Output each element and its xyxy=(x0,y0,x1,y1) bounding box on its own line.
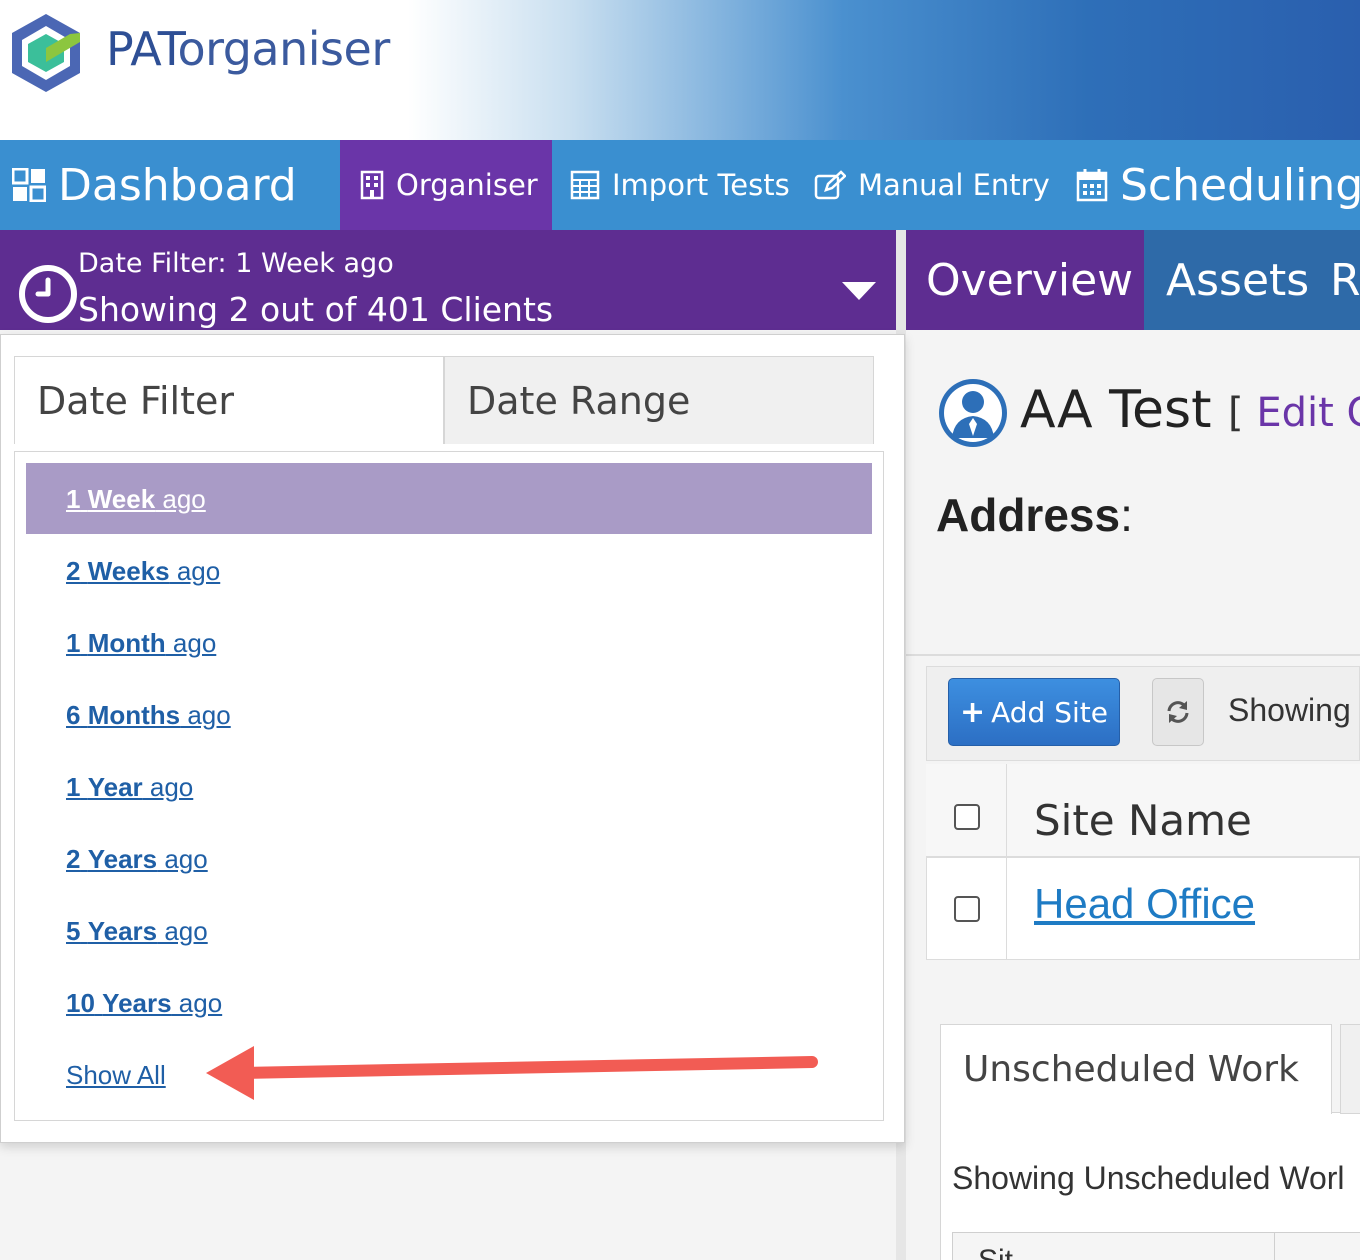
select-all-checkbox[interactable] xyxy=(954,804,980,830)
date-filter-status: Date Filter: 1 Week ago xyxy=(78,248,394,279)
building-icon xyxy=(360,170,384,200)
calendar-icon xyxy=(1076,168,1108,202)
edit-icon xyxy=(814,170,846,200)
work-column-site: Sit xyxy=(978,1244,1013,1260)
work-table-header xyxy=(952,1232,1360,1260)
plus-icon: + xyxy=(959,694,986,730)
nav-manual-entry[interactable]: Manual Entry xyxy=(814,140,1050,230)
annotation-arrow-icon xyxy=(206,1046,818,1100)
option-2-years[interactable]: 2 Years ago xyxy=(66,844,208,875)
nav-organiser[interactable]: Organiser xyxy=(340,140,552,230)
sites-showing-text: Showing xyxy=(1228,692,1351,728)
table-column-divider xyxy=(1006,764,1007,960)
tab-date-range[interactable]: Date Range xyxy=(444,356,874,444)
edit-client-link[interactable]: [ Edit C xyxy=(1228,390,1360,436)
option-1-month[interactable]: 1 Month ago xyxy=(66,628,216,659)
tab-more[interactable]: Ri xyxy=(1330,230,1360,330)
nav-import-tests[interactable]: Import Tests xyxy=(570,140,790,230)
tab-assets[interactable]: Assets xyxy=(1166,230,1309,330)
refresh-button[interactable] xyxy=(1152,678,1204,746)
calculator-icon xyxy=(570,170,600,200)
tab-date-filter[interactable]: Date Filter xyxy=(14,356,444,444)
client-sub-nav: Overview Assets Ri xyxy=(906,230,1360,330)
brand-name: PATorganiser xyxy=(106,22,390,76)
patorganiser-logo[interactable] xyxy=(8,12,84,94)
refresh-icon xyxy=(1167,701,1189,723)
unscheduled-showing-text: Showing Unscheduled Worl xyxy=(952,1160,1345,1196)
option-show-all[interactable]: Show All xyxy=(66,1060,166,1091)
app-header: PATorganiser xyxy=(0,0,1360,140)
option-1-year[interactable]: 1 Year ago xyxy=(66,772,193,803)
nav-scheduling[interactable]: Scheduling xyxy=(1076,140,1360,230)
caret-down-icon[interactable] xyxy=(842,282,876,302)
tab-overview[interactable]: Overview xyxy=(906,230,1144,330)
nav-dashboard[interactable]: Dashboard xyxy=(12,140,297,230)
work-table-divider xyxy=(1274,1232,1275,1260)
clients-count-status: Showing 2 out of 401 Clients xyxy=(78,290,554,329)
tab-unscheduled-work[interactable]: Unscheduled Work xyxy=(940,1024,1332,1114)
option-2-weeks[interactable]: 2 Weeks ago xyxy=(66,556,220,587)
client-name: AA Test xyxy=(1020,380,1212,440)
date-filter-bar[interactable]: Date Filter: 1 Week ago Showing 2 out of… xyxy=(0,230,896,330)
option-1-week[interactable]: 1 Week ago xyxy=(66,484,206,515)
option-6-months[interactable]: 6 Months ago xyxy=(66,700,231,731)
column-header-site-name[interactable]: Site Name xyxy=(1034,796,1252,845)
section-divider xyxy=(906,654,1360,656)
add-site-button[interactable]: + Add Site xyxy=(948,678,1120,746)
row-checkbox[interactable] xyxy=(954,896,980,922)
tab-next[interactable] xyxy=(1340,1024,1360,1114)
dashboard-icon xyxy=(12,168,46,202)
option-5-years[interactable]: 5 Years ago xyxy=(66,916,208,947)
option-10-years[interactable]: 10 Years ago xyxy=(66,988,222,1019)
main-nav: Dashboard Organiser Import Tests Manual … xyxy=(0,140,1360,230)
site-link-head-office[interactable]: Head Office xyxy=(1034,880,1255,928)
client-avatar-icon xyxy=(939,379,1007,447)
clock-icon xyxy=(19,265,77,323)
address-label: Address: xyxy=(936,489,1133,541)
